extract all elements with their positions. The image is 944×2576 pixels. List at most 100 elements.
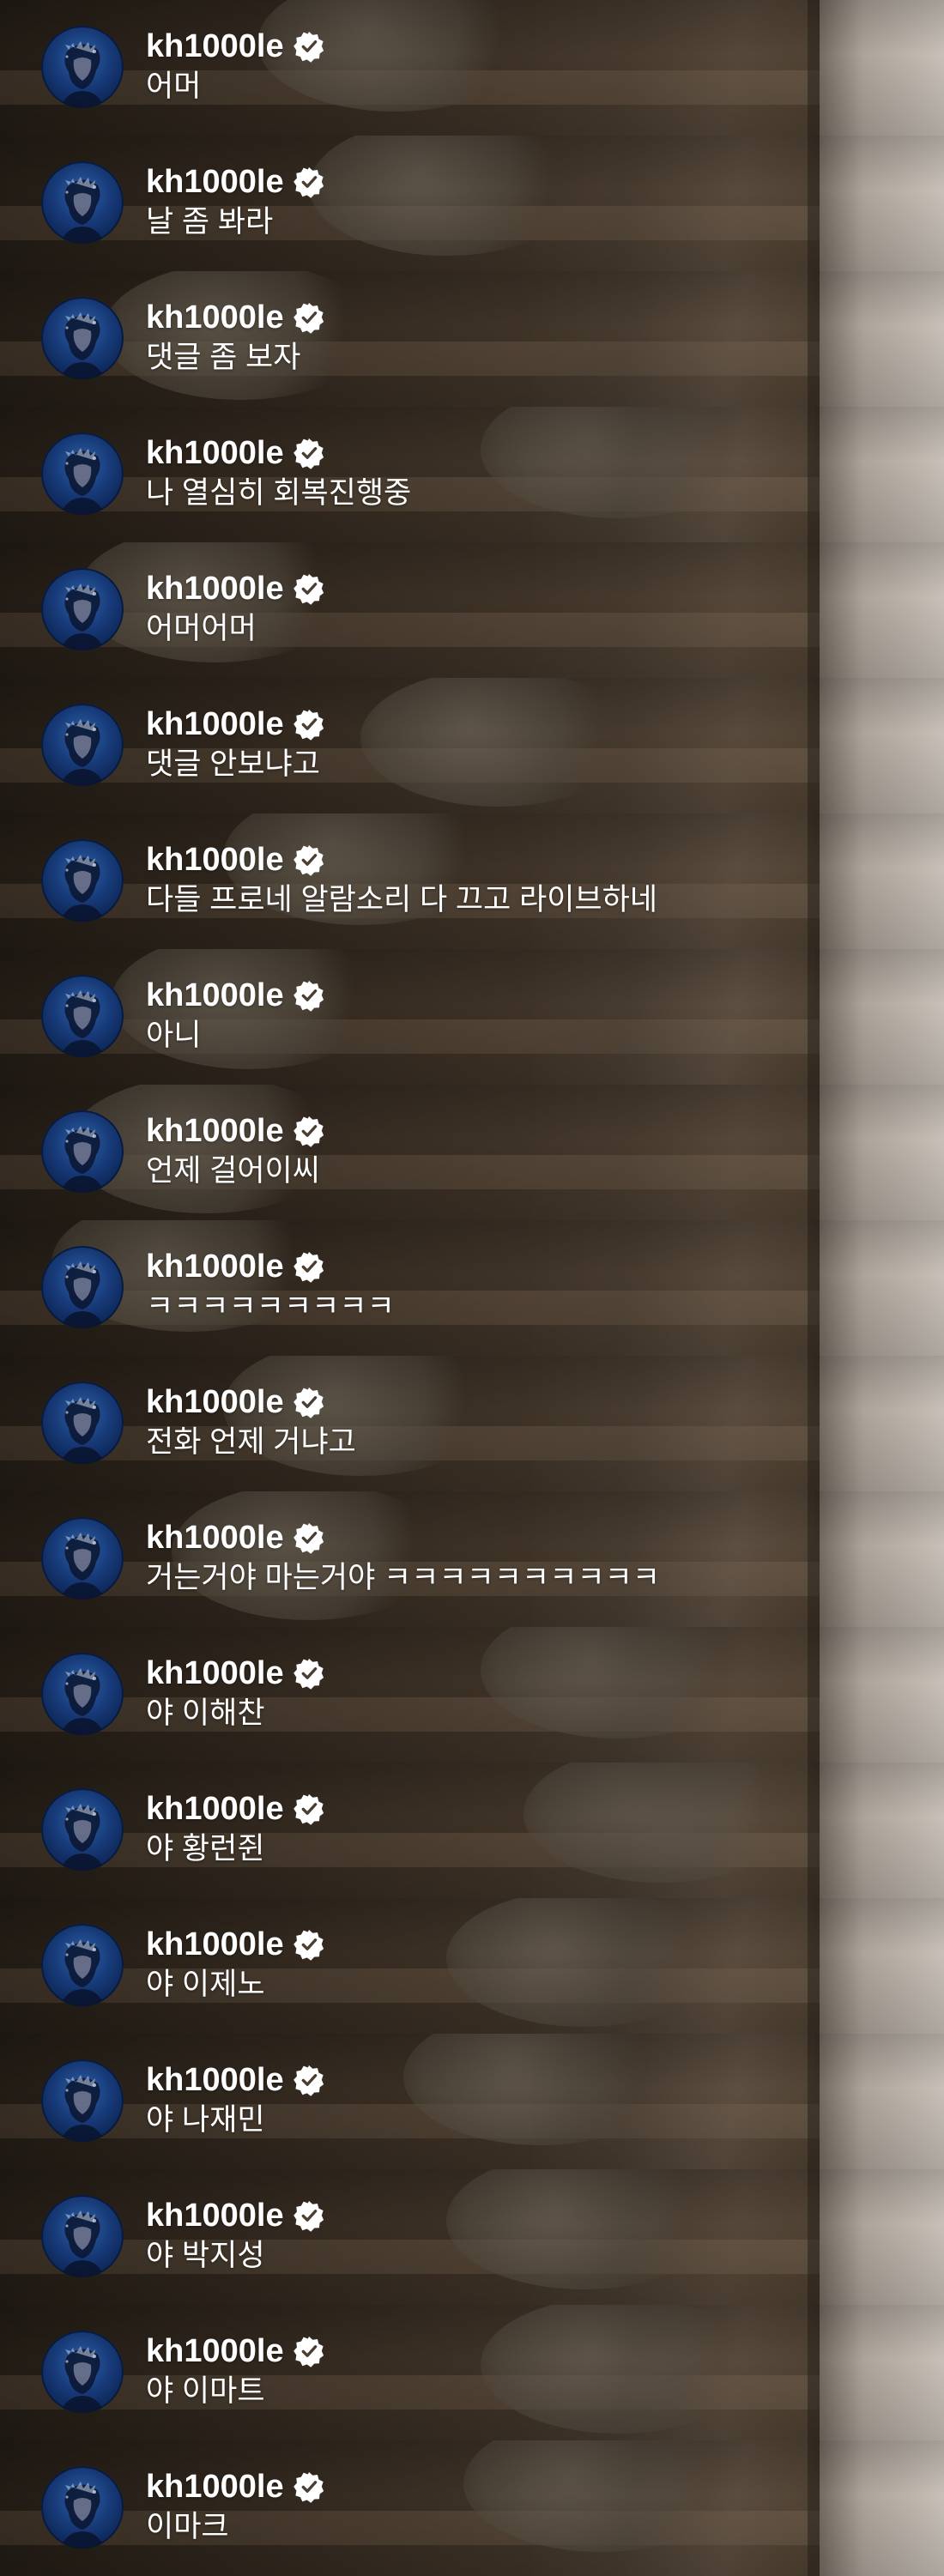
comment-text: ㅋㅋㅋㅋㅋㅋㅋㅋㅋ [146,1290,395,1323]
comment-text: 날 좀 봐라 [146,205,274,239]
comment-username[interactable]: kh1000le [146,1790,284,1828]
comment-frame: kh1000le ㅋㅋㅋㅋㅋㅋㅋㅋㅋ [0,1220,944,1356]
comment-username[interactable]: kh1000le [146,163,284,201]
comment-username[interactable]: kh1000le [146,2061,284,2099]
live-comment: kh1000le 날 좀 봐라 [41,161,325,244]
avatar[interactable] [41,2466,124,2549]
comment-frame: kh1000le 야 이제노 [0,1898,944,2034]
verified-badge-icon [293,1657,325,1690]
avatar[interactable] [41,1517,124,1599]
avatar[interactable] [41,1110,124,1193]
comment-text: 댓글 안보냐고 [146,747,320,781]
comment-text: 이마크 [146,2510,229,2543]
comment-username[interactable]: kh1000le [146,27,284,65]
comment-text: 야 이해찬 [146,1696,265,1730]
live-comment: kh1000le 어머어머 [41,568,325,650]
avatar[interactable] [41,975,124,1057]
comment-frame: kh1000le 댓글 좀 보자 [0,271,944,407]
live-comment: kh1000le 야 나재민 [41,2059,325,2142]
comment-username[interactable]: kh1000le [146,705,284,743]
live-comment: kh1000le 어머 [41,26,325,108]
comment-username[interactable]: kh1000le [146,434,284,472]
comment-frame: kh1000le 야 박지성 [0,2169,944,2305]
comment-username[interactable]: kh1000le [146,1383,284,1421]
live-comment: kh1000le 아니 [41,975,325,1057]
verified-badge-icon [293,1250,325,1283]
live-comment: kh1000le 야 박지성 [41,2195,325,2277]
comment-frame: kh1000le 날 좀 봐라 [0,136,944,271]
live-comment: kh1000le 댓글 안보냐고 [41,704,325,786]
comment-frame: kh1000le 어머어머 [0,542,944,678]
comment-username[interactable]: kh1000le [146,2468,284,2506]
comment-username[interactable]: kh1000le [146,1654,284,1692]
comment-username[interactable]: kh1000le [146,2197,284,2234]
comment-username[interactable]: kh1000le [146,977,284,1014]
comment-text: 전화 언제 거냐고 [146,1425,356,1459]
avatar[interactable] [41,1788,124,1871]
comment-username[interactable]: kh1000le [146,2332,284,2370]
verified-badge-icon [293,979,325,1012]
verified-badge-icon [293,2064,325,2096]
avatar[interactable] [41,26,124,108]
verified-badge-icon [293,166,325,198]
live-comment: kh1000le 야 이해찬 [41,1653,325,1735]
avatar[interactable] [41,839,124,922]
avatar[interactable] [41,1653,124,1735]
live-comment: kh1000le 댓글 좀 보자 [41,297,325,379]
comment-text: 거는거야 마는거야 ㅋㅋㅋㅋㅋㅋㅋㅋㅋㅋ [146,1561,661,1594]
live-comment: kh1000le 야 이제노 [41,1924,325,2006]
avatar[interactable] [41,432,124,515]
avatar[interactable] [41,161,124,244]
verified-badge-icon [293,2335,325,2367]
verified-badge-icon [293,844,325,876]
comment-username[interactable]: kh1000le [146,570,284,608]
comment-text: 아니 [146,1019,202,1052]
comment-frame: kh1000le 전화 언제 거냐고 [0,1356,944,1491]
live-comment: kh1000le ㅋㅋㅋㅋㅋㅋㅋㅋㅋ [41,1246,395,1328]
comment-username[interactable]: kh1000le [146,841,284,879]
verified-badge-icon [293,572,325,605]
verified-badge-icon [293,437,325,469]
live-comment: kh1000le 다들 프로네 알람소리 다 끄고 라이브하네 [41,839,657,922]
comment-username[interactable]: kh1000le [146,1519,284,1557]
verified-badge-icon [293,301,325,334]
comment-text: 어머 [146,70,202,103]
comment-frame: kh1000le 언제 걸어이씨 [0,1085,944,1220]
comment-screenshot-stack: kh1000le 어머 kh1000le 날 좀 봐라 kh1000le 댓글 … [0,0,944,2576]
live-comment: kh1000le 야 황런쥔 [41,1788,325,1871]
verified-badge-icon [293,1793,325,1825]
avatar[interactable] [41,568,124,650]
avatar[interactable] [41,1924,124,2006]
comment-text: 야 박지성 [146,2239,265,2272]
comment-username[interactable]: kh1000le [146,1926,284,1963]
avatar[interactable] [41,2195,124,2277]
avatar[interactable] [41,704,124,786]
comment-frame: kh1000le 다들 프로네 알람소리 다 끄고 라이브하네 [0,813,944,949]
comment-frame: kh1000le 이마크 [0,2440,944,2576]
live-comment: kh1000le 나 열심히 회복진행중 [41,432,411,515]
live-comment: kh1000le 전화 언제 거냐고 [41,1382,356,1464]
comment-frame: kh1000le 야 이해찬 [0,1627,944,1763]
verified-badge-icon [293,30,325,63]
avatar[interactable] [41,1382,124,1464]
comment-frame: kh1000le 아니 [0,949,944,1085]
comment-username[interactable]: kh1000le [146,299,284,336]
avatar[interactable] [41,1246,124,1328]
avatar[interactable] [41,2059,124,2142]
comment-text: 나 열심히 회복진행중 [146,476,412,510]
comment-text: 댓글 좀 보자 [146,341,301,374]
live-comment: kh1000le 이마크 [41,2466,325,2549]
avatar[interactable] [41,297,124,379]
comment-text: 야 이제노 [146,1968,265,2001]
avatar[interactable] [41,2331,124,2413]
verified-badge-icon [293,1521,325,1554]
verified-badge-icon [293,2470,325,2503]
live-comment: kh1000le 언제 걸어이씨 [41,1110,325,1193]
verified-badge-icon [293,2199,325,2232]
live-comment: kh1000le 야 이마트 [41,2331,325,2413]
comment-text: 야 이마트 [146,2374,265,2408]
comment-text: 야 황런쥔 [146,1832,265,1865]
comment-username[interactable]: kh1000le [146,1112,284,1150]
comment-frame: kh1000le 나 열심히 회복진행중 [0,407,944,542]
comment-username[interactable]: kh1000le [146,1248,284,1285]
